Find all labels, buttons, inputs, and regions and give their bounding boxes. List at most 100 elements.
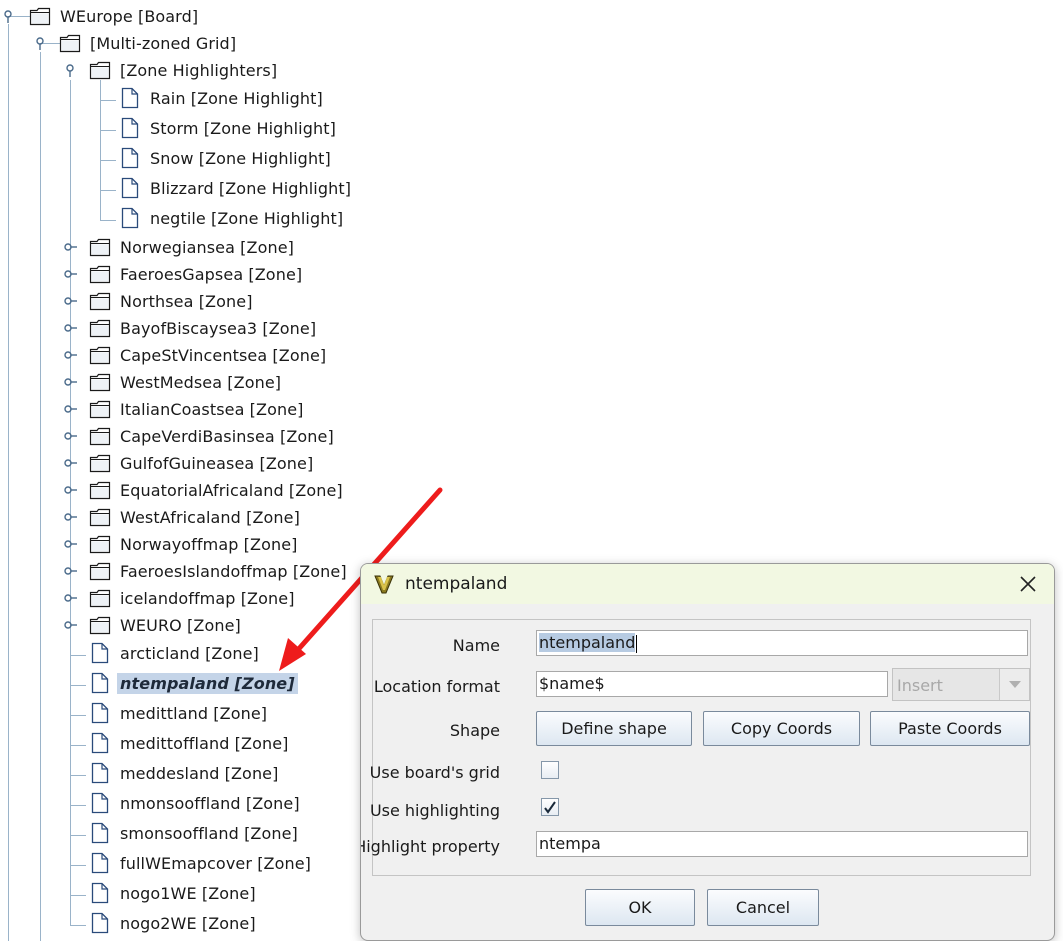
document-icon xyxy=(89,642,111,664)
tree-node-label: WestMedsea [Zone] xyxy=(120,372,282,392)
highlight-property-field[interactable]: ntempa xyxy=(536,831,1028,857)
collapse-handle-icon[interactable] xyxy=(63,63,77,77)
name-field[interactable]: ntempaland xyxy=(536,630,1028,656)
tree-node[interactable]: [Zone Highlighters] xyxy=(89,56,280,84)
tree-node[interactable]: Rain [Zone Highlight] xyxy=(119,84,326,112)
tree-node[interactable]: Snow [Zone Highlight] xyxy=(119,144,334,172)
folder-icon xyxy=(89,263,111,285)
document-icon xyxy=(89,912,111,934)
tree-connector-line xyxy=(70,805,86,806)
document-icon xyxy=(89,762,111,784)
define-shape-button[interactable]: Define shape xyxy=(536,711,692,746)
tree-connector-line xyxy=(100,80,101,220)
tree-node[interactable]: FaeroesIslandoffmap [Zone] xyxy=(89,557,350,585)
tree-node[interactable]: medittland [Zone] xyxy=(89,699,270,727)
dialog-title-bar[interactable]: ntempaland xyxy=(361,564,1054,604)
document-icon xyxy=(89,672,111,694)
tree-node[interactable]: ntempaland [Zone] xyxy=(89,669,298,697)
tree-node[interactable]: smonsooffland [Zone] xyxy=(89,819,301,847)
tree-node[interactable]: nogo2WE [Zone] xyxy=(89,909,259,937)
folder-icon xyxy=(89,371,111,393)
tree-connector-line xyxy=(70,655,86,656)
tree-node-label: FaeroesGapsea [Zone] xyxy=(120,264,303,284)
tree-node[interactable]: Northsea [Zone] xyxy=(89,287,256,315)
tree-node-label: medittoffland [Zone] xyxy=(120,733,289,753)
tree-node[interactable]: Blizzard [Zone Highlight] xyxy=(119,174,354,202)
use-highlighting-checkbox[interactable] xyxy=(541,798,559,816)
tree-node[interactable]: BayofBiscaysea3 [Zone] xyxy=(89,314,319,342)
tree-node[interactable]: medittoffland [Zone] xyxy=(89,729,291,757)
tree-node[interactable]: GulfofGuineasea [Zone] xyxy=(89,449,316,477)
tree-connector-line xyxy=(70,925,86,926)
tree-node[interactable]: nmonsooffland [Zone] xyxy=(89,789,303,817)
tree-node[interactable]: meddesland [Zone] xyxy=(89,759,281,787)
tree-node[interactable]: CapeStVincentsea [Zone] xyxy=(89,341,329,369)
expand-handle-icon[interactable] xyxy=(63,537,77,551)
tree-node[interactable]: [Multi-zoned Grid] xyxy=(59,29,239,57)
tree-node[interactable]: WEurope [Board] xyxy=(29,2,201,30)
expand-handle-icon[interactable] xyxy=(63,294,77,308)
tree-node[interactable]: Storm [Zone Highlight] xyxy=(119,114,339,142)
expand-handle-icon[interactable] xyxy=(63,429,77,443)
tree-node[interactable]: CapeVerdiBasinsea [Zone] xyxy=(89,422,337,450)
document-icon xyxy=(89,882,111,904)
expand-handle-icon[interactable] xyxy=(63,456,77,470)
tree-node[interactable]: ItalianCoastsea [Zone] xyxy=(89,395,307,423)
close-icon[interactable] xyxy=(1016,572,1040,596)
dialog-title: ntempaland xyxy=(405,574,508,594)
use-boards-grid-checkbox[interactable] xyxy=(541,761,559,779)
paste-coords-button[interactable]: Paste Coords xyxy=(870,711,1030,746)
document-icon xyxy=(119,87,141,109)
tree-node[interactable]: EquatorialAfricaland [Zone] xyxy=(89,476,346,504)
expand-handle-icon[interactable] xyxy=(63,510,77,524)
expand-handle-icon[interactable] xyxy=(63,591,77,605)
expand-handle-icon[interactable] xyxy=(63,348,77,362)
expand-handle-icon[interactable] xyxy=(63,375,77,389)
insert-dropdown[interactable]: Insert xyxy=(892,668,1030,701)
tree-node[interactable]: arcticland [Zone] xyxy=(89,639,262,667)
document-icon xyxy=(89,732,111,754)
tree-node-label: icelandoffmap [Zone] xyxy=(120,588,295,608)
tree-node[interactable]: Norwayoffmap [Zone] xyxy=(89,530,301,558)
collapse-handle-icon[interactable] xyxy=(1,9,15,23)
tree-node[interactable]: fullWEmapcover [Zone] xyxy=(89,849,314,877)
expand-handle-icon[interactable] xyxy=(63,267,77,281)
expand-handle-icon[interactable] xyxy=(63,240,77,254)
tree-node-label: ItalianCoastsea [Zone] xyxy=(120,399,304,419)
folder-icon xyxy=(89,560,111,582)
expand-handle-icon[interactable] xyxy=(63,618,77,632)
tree-connector-line xyxy=(100,100,116,101)
shape-label: Shape xyxy=(449,721,500,740)
tree-node-label: WEurope [Board] xyxy=(60,6,199,26)
folder-icon xyxy=(89,290,111,312)
tree-node[interactable]: WestMedsea [Zone] xyxy=(89,368,284,396)
expand-handle-icon[interactable] xyxy=(63,402,77,416)
collapse-handle-icon[interactable] xyxy=(33,36,47,50)
tree-node-label: [Zone Highlighters] xyxy=(120,60,278,80)
expand-handle-icon[interactable] xyxy=(63,321,77,335)
ok-button[interactable]: OK xyxy=(585,889,695,926)
folder-icon xyxy=(89,614,111,636)
tree-node[interactable]: WEURO [Zone] xyxy=(89,611,244,639)
document-icon xyxy=(119,207,141,229)
tree-node-label: Norwayoffmap [Zone] xyxy=(120,534,298,554)
document-icon xyxy=(89,822,111,844)
expand-handle-icon[interactable] xyxy=(63,483,77,497)
tree-node-label: nmonsooffland [Zone] xyxy=(120,793,300,813)
tree-node-label: arcticland [Zone] xyxy=(120,643,259,663)
tree-node[interactable]: FaeroesGapsea [Zone] xyxy=(89,260,305,288)
tree-node[interactable]: Norwegiansea [Zone] xyxy=(89,233,297,261)
tree-node[interactable]: WestAfricaland [Zone] xyxy=(89,503,303,531)
highlight-property-label: Highlight property xyxy=(360,837,500,856)
chevron-down-icon[interactable] xyxy=(999,669,1029,700)
name-label: Name xyxy=(452,636,500,655)
expand-handle-icon[interactable] xyxy=(63,564,77,578)
tree-node[interactable]: negtile [Zone Highlight] xyxy=(119,204,346,232)
location-format-field[interactable]: $name$ xyxy=(536,671,888,697)
cancel-button[interactable]: Cancel xyxy=(707,889,819,926)
tree-node-label: Northsea [Zone] xyxy=(120,291,253,311)
tree-node-label: [Multi-zoned Grid] xyxy=(90,33,237,53)
copy-coords-button[interactable]: Copy Coords xyxy=(703,711,860,746)
tree-node[interactable]: icelandoffmap [Zone] xyxy=(89,584,298,612)
tree-node[interactable]: nogo1WE [Zone] xyxy=(89,879,259,907)
